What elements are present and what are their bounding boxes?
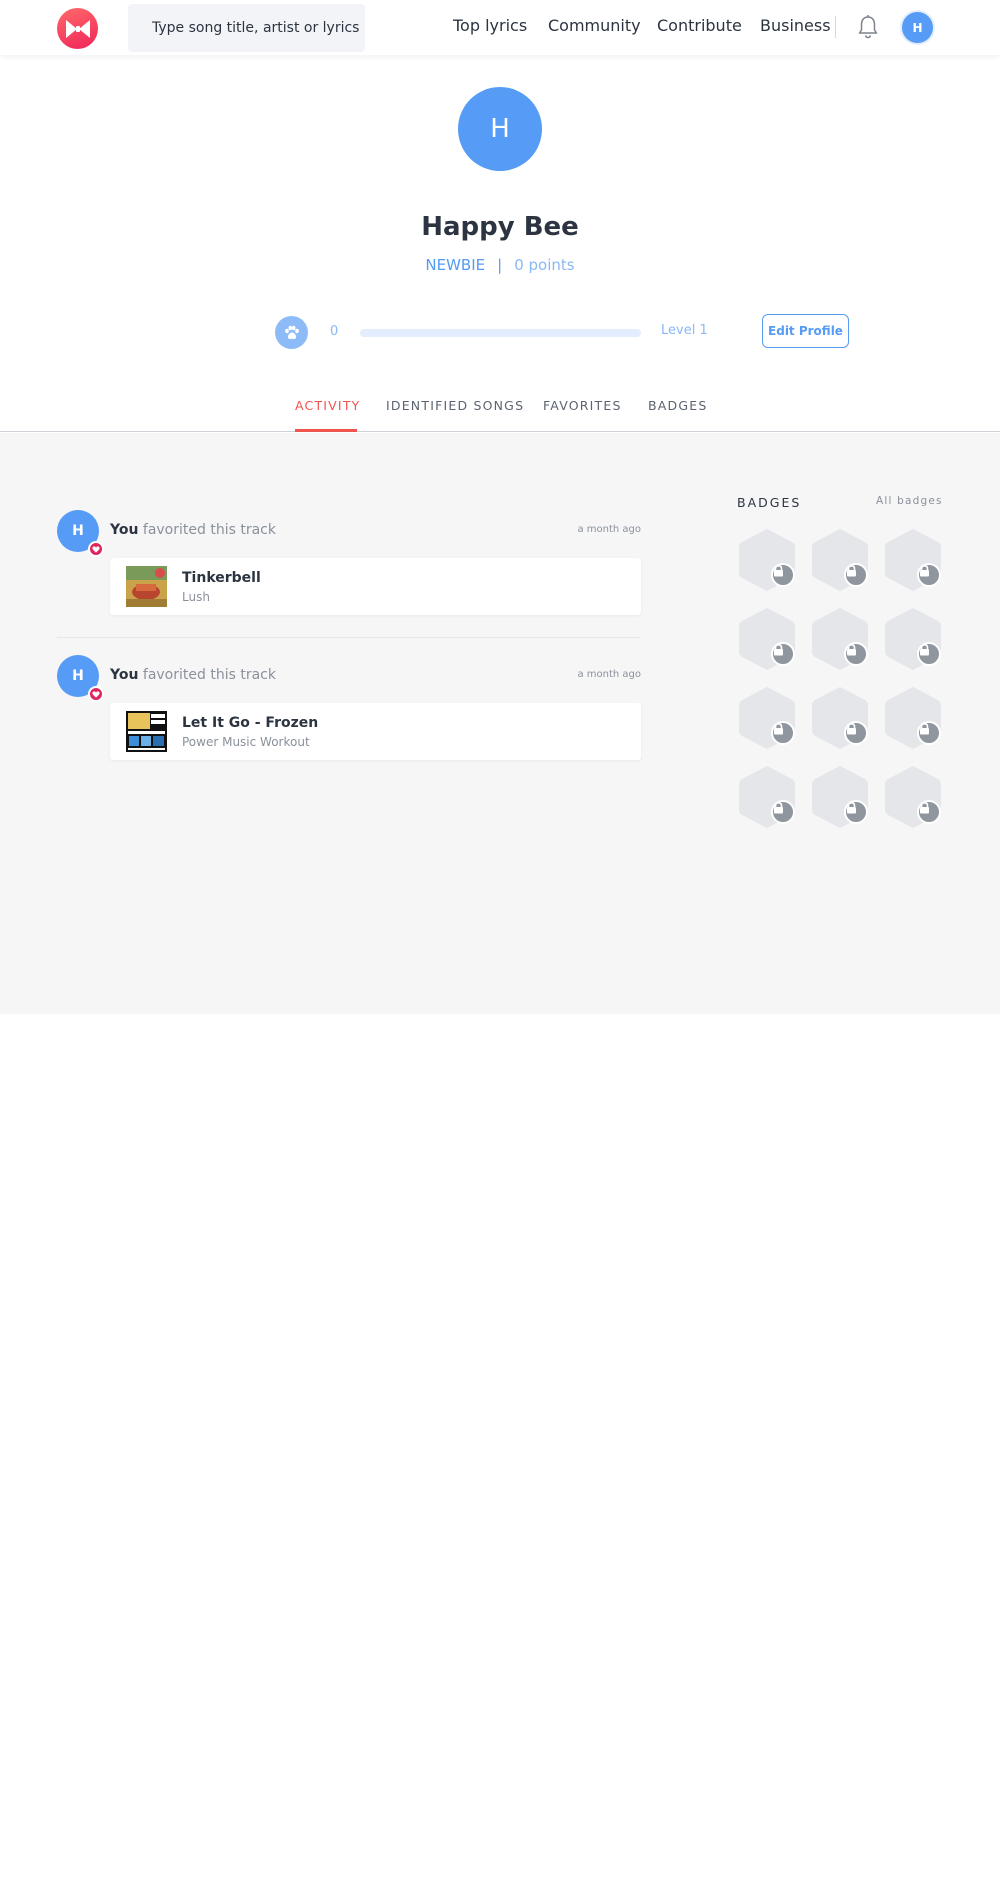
level-progress-bar — [360, 329, 641, 337]
album-cover[interactable] — [126, 566, 167, 607]
nav-contribute[interactable]: Contribute — [657, 16, 742, 35]
content-area: H You favorited this track a month ago T… — [0, 433, 1000, 1014]
paw-glyph-icon — [284, 325, 299, 339]
lock-icon — [771, 642, 795, 666]
all-badges-link[interactable]: All badges — [876, 495, 943, 507]
lock-icon — [771, 721, 795, 745]
lock-icon — [844, 800, 868, 824]
badge-locked[interactable] — [810, 764, 870, 830]
activity-item: H You favorited this track a month ago L… — [57, 655, 641, 765]
nav-divider — [835, 16, 836, 38]
edit-profile-button[interactable]: Edit Profile — [762, 314, 849, 348]
activity-item: H You favorited this track a month ago T… — [57, 510, 641, 620]
level-points: 0 — [330, 324, 339, 339]
track-artist[interactable]: Lush — [182, 590, 210, 604]
badge-locked[interactable] — [883, 527, 943, 593]
profile-avatar: H — [458, 87, 542, 171]
activity-time: a month ago — [577, 524, 641, 535]
user-menu-avatar[interactable]: H — [902, 12, 933, 43]
badge-locked[interactable] — [883, 606, 943, 672]
lock-icon — [917, 721, 941, 745]
tab-badges[interactable]: BADGES — [648, 398, 707, 413]
track-title[interactable]: Tinkerbell — [182, 570, 261, 586]
activity-action: favorited this track — [142, 522, 276, 538]
lock-icon — [844, 642, 868, 666]
lock-icon — [917, 800, 941, 824]
heart-icon — [88, 686, 104, 702]
paw-icon — [275, 316, 308, 349]
badge-locked[interactable] — [883, 685, 943, 751]
activity-action: favorited this track — [142, 667, 276, 683]
badge-locked[interactable] — [737, 764, 797, 830]
heart-icon — [88, 541, 104, 557]
track-artist[interactable]: Power Music Workout — [182, 735, 310, 749]
rank-separator: | — [497, 256, 503, 274]
search-input[interactable] — [128, 4, 365, 52]
profile-points: 0 points — [514, 256, 575, 274]
track-title[interactable]: Let It Go - Frozen — [182, 715, 318, 731]
track-card[interactable]: Tinkerbell Lush — [110, 558, 641, 615]
profile-name: Happy Bee — [421, 212, 579, 242]
musixmatch-logo[interactable] — [57, 8, 98, 49]
top-header: Top lyrics Community Contribute Business… — [0, 0, 1000, 55]
activity-text: You favorited this track — [110, 667, 276, 683]
tab-activity[interactable]: ACTIVITY — [295, 398, 361, 413]
active-tab-indicator — [295, 429, 357, 432]
activity-text: You favorited this track — [110, 522, 276, 538]
badges-heading: BADGES — [737, 495, 802, 510]
nav-top-lyrics[interactable]: Top lyrics — [453, 16, 527, 35]
tab-identified-songs[interactable]: IDENTIFIED SONGS — [386, 398, 524, 413]
profile-tabs: ACTIVITY IDENTIFIED SONGS FAVORITES BADG… — [0, 384, 1000, 432]
album-cover[interactable] — [126, 711, 167, 752]
lock-icon — [844, 563, 868, 587]
badge-locked[interactable] — [737, 685, 797, 751]
activity-actor[interactable]: You — [110, 522, 138, 538]
badge-locked[interactable] — [810, 606, 870, 672]
lock-icon — [917, 642, 941, 666]
badge-locked[interactable] — [883, 764, 943, 830]
lock-icon — [771, 800, 795, 824]
track-card[interactable]: Let It Go - Frozen Power Music Workout — [110, 703, 641, 760]
activity-divider — [57, 637, 641, 638]
lock-icon — [917, 563, 941, 587]
activity-actor[interactable]: You — [110, 667, 138, 683]
level-label: Level 1 — [661, 323, 708, 338]
nav-business[interactable]: Business — [760, 16, 831, 35]
lock-icon — [844, 721, 868, 745]
badge-locked[interactable] — [737, 527, 797, 593]
profile-rank: NEWBIE — [425, 256, 486, 274]
lock-icon — [771, 563, 795, 587]
logo-bow-icon — [65, 19, 90, 38]
badge-locked[interactable] — [810, 685, 870, 751]
profile-rank-line: NEWBIE | 0 points — [0, 256, 1000, 274]
tab-favorites[interactable]: FAVORITES — [543, 398, 622, 413]
nav-community[interactable]: Community — [548, 16, 641, 35]
badge-locked[interactable] — [810, 527, 870, 593]
bell-icon[interactable] — [856, 14, 880, 40]
badge-locked[interactable] — [737, 606, 797, 672]
activity-time: a month ago — [577, 669, 641, 680]
